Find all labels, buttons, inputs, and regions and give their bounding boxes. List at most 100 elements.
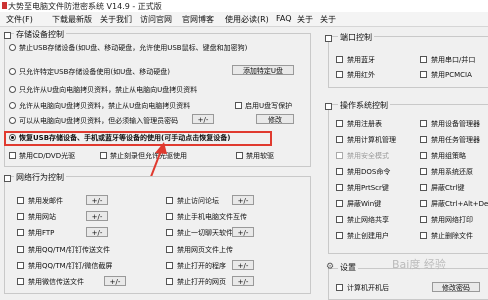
- net-left-label-4: 禁用QQ/TM/钉钉传送文件: [28, 246, 111, 254]
- burn-checkbox[interactable]: [100, 152, 107, 159]
- os-checkbox-10[interactable]: [420, 184, 427, 191]
- port-checkbox-pcmcia[interactable]: [420, 71, 427, 78]
- storage-group-title: 存储设备控制: [14, 29, 66, 40]
- storage-group-checkbox[interactable]: [4, 32, 11, 39]
- os-group-title: 操作系统控制: [338, 100, 390, 111]
- os-checkbox-8[interactable]: [420, 168, 427, 175]
- os-checkbox-1[interactable]: [336, 120, 343, 127]
- os-checkbox-9[interactable]: [336, 184, 343, 191]
- net-left-checkbox-4[interactable]: [17, 246, 24, 253]
- network-group-checkbox[interactable]: [4, 175, 11, 182]
- udisk-protect-label: 启用U盘写保护: [245, 102, 293, 110]
- os-checkbox-14[interactable]: [420, 216, 427, 223]
- os-group-checkbox[interactable]: [325, 103, 332, 110]
- os-label-16: 禁止删除文件: [431, 232, 473, 240]
- settings-checkbox[interactable]: [336, 284, 343, 291]
- net-left-pm-3[interactable]: +/-: [86, 227, 108, 237]
- floppy-label: 禁用软驱: [246, 152, 274, 160]
- os-label-8: 禁用系统还原: [431, 168, 473, 176]
- os-checkbox-6[interactable]: [420, 152, 427, 159]
- net-right-label-1: 禁止访问论坛: [177, 197, 219, 205]
- os-label-6: 禁用组策略: [431, 152, 466, 160]
- os-label-11: 屏蔽Win键: [347, 200, 382, 208]
- net-right-checkbox-2[interactable]: [166, 213, 173, 220]
- os-label-14: 禁用网络打印: [431, 216, 473, 224]
- menu-file[interactable]: 文件(F): [6, 14, 33, 25]
- net-left-checkbox-6[interactable]: [17, 278, 24, 285]
- change-password-button[interactable]: 修改密码: [432, 282, 480, 292]
- port-checkbox-infrared[interactable]: [336, 71, 343, 78]
- menu-download[interactable]: 下载最新版: [52, 14, 92, 25]
- port-label-serial: 禁用串口/并口: [431, 56, 476, 64]
- net-right-checkbox-1[interactable]: [166, 197, 173, 204]
- storage-radio-1[interactable]: [9, 44, 16, 51]
- menu-faq[interactable]: FAQ: [276, 14, 292, 23]
- os-checkbox-11[interactable]: [336, 200, 343, 207]
- storage-radio-4[interactable]: [9, 102, 16, 109]
- cd-dvd-checkbox[interactable]: [9, 152, 16, 159]
- net-left-checkbox-2[interactable]: [17, 213, 24, 220]
- menu-blog[interactable]: 官网博客: [182, 14, 214, 25]
- net-left-checkbox-5[interactable]: [17, 262, 24, 269]
- menu-about-2[interactable]: 关于: [320, 14, 336, 25]
- storage-radio-6[interactable]: [9, 134, 16, 141]
- port-group-checkbox[interactable]: [325, 35, 332, 42]
- net-left-label-6: 禁用微信传送文件: [28, 278, 84, 286]
- add-specific-udisk-button[interactable]: 添加特定U盘: [232, 65, 294, 75]
- storage-plus-minus-button[interactable]: +/-: [192, 114, 214, 124]
- net-right-pm-6[interactable]: +/-: [232, 276, 254, 286]
- os-checkbox-2[interactable]: [420, 120, 427, 127]
- net-right-label-2: 禁止手机电脑文件互传: [177, 213, 247, 221]
- os-label-5: 禁用安全模式: [347, 152, 389, 160]
- os-label-15: 禁止创建用户: [347, 232, 389, 240]
- os-checkbox-15[interactable]: [336, 232, 343, 239]
- net-right-checkbox-6[interactable]: [166, 278, 173, 285]
- net-right-pm-5[interactable]: +/-: [232, 260, 254, 270]
- cd-dvd-label: 禁用CD/DVD光驱: [19, 152, 76, 160]
- os-checkbox-5[interactable]: [336, 152, 343, 159]
- storage-option-5: 可以从电脑向U盘拷贝资料，但必须输入管理员密码: [19, 117, 179, 125]
- port-group-title: 端口控制: [338, 32, 374, 43]
- os-label-13: 禁止网络共享: [347, 216, 389, 224]
- net-right-pm-1[interactable]: +/-: [232, 195, 254, 205]
- net-left-checkbox-3[interactable]: [17, 229, 24, 236]
- menu-about-1[interactable]: 关于: [297, 14, 313, 25]
- os-label-7: 禁用DOS命令: [347, 168, 391, 176]
- net-right-label-3: 禁止一切聊天软件: [177, 229, 233, 237]
- port-checkbox-bluetooth[interactable]: [336, 56, 343, 63]
- app-icon: [2, 2, 7, 9]
- menu-must-read[interactable]: 使用必读(R): [225, 14, 269, 25]
- net-left-pm-6[interactable]: +/-: [104, 276, 126, 286]
- net-left-pm-1[interactable]: +/-: [86, 195, 108, 205]
- os-checkbox-7[interactable]: [336, 168, 343, 175]
- floppy-checkbox[interactable]: [236, 152, 243, 159]
- title-bar: 大势至电脑文件防泄密系统 V14.9 - 正式版: [0, 0, 488, 12]
- net-left-checkbox-1[interactable]: [17, 197, 24, 204]
- storage-option-6: 恢复USB存储设备、手机或蓝牙等设备的使用(可手动点击恢复设备): [19, 134, 231, 142]
- menu-visit-site[interactable]: 访问官网: [140, 14, 172, 25]
- net-right-checkbox-4[interactable]: [166, 246, 173, 253]
- os-label-9: 禁用PrtScr键: [347, 184, 389, 192]
- storage-radio-3[interactable]: [9, 86, 16, 93]
- port-checkbox-serial[interactable]: [420, 56, 427, 63]
- settings-group-title: 设置: [338, 262, 358, 273]
- os-checkbox-3[interactable]: [336, 136, 343, 143]
- os-checkbox-4[interactable]: [420, 136, 427, 143]
- storage-option-3: 只允许从U盘向电脑拷贝资料，禁止从电脑向U盘拷贝资料: [19, 86, 198, 94]
- port-label-pcmcia: 禁用PCMCIA: [431, 71, 472, 79]
- os-checkbox-13[interactable]: [336, 216, 343, 223]
- udisk-protect-checkbox[interactable]: [235, 102, 242, 109]
- net-left-pm-2[interactable]: +/-: [86, 211, 108, 221]
- os-label-4: 禁用任务管理器: [431, 136, 480, 144]
- net-right-pm-3[interactable]: +/-: [232, 227, 254, 237]
- net-left-label-2: 禁用网站: [28, 213, 56, 221]
- net-right-checkbox-5[interactable]: [166, 262, 173, 269]
- modify-password-button[interactable]: 修改: [256, 114, 294, 124]
- menu-about-us[interactable]: 关于我们: [100, 14, 132, 25]
- os-checkbox-16[interactable]: [420, 232, 427, 239]
- net-right-checkbox-3[interactable]: [166, 229, 173, 236]
- storage-radio-2[interactable]: [9, 68, 16, 75]
- window-title: 大势至电脑文件防泄密系统 V14.9 - 正式版: [8, 2, 162, 11]
- storage-radio-5[interactable]: [9, 117, 16, 124]
- os-checkbox-12[interactable]: [420, 200, 427, 207]
